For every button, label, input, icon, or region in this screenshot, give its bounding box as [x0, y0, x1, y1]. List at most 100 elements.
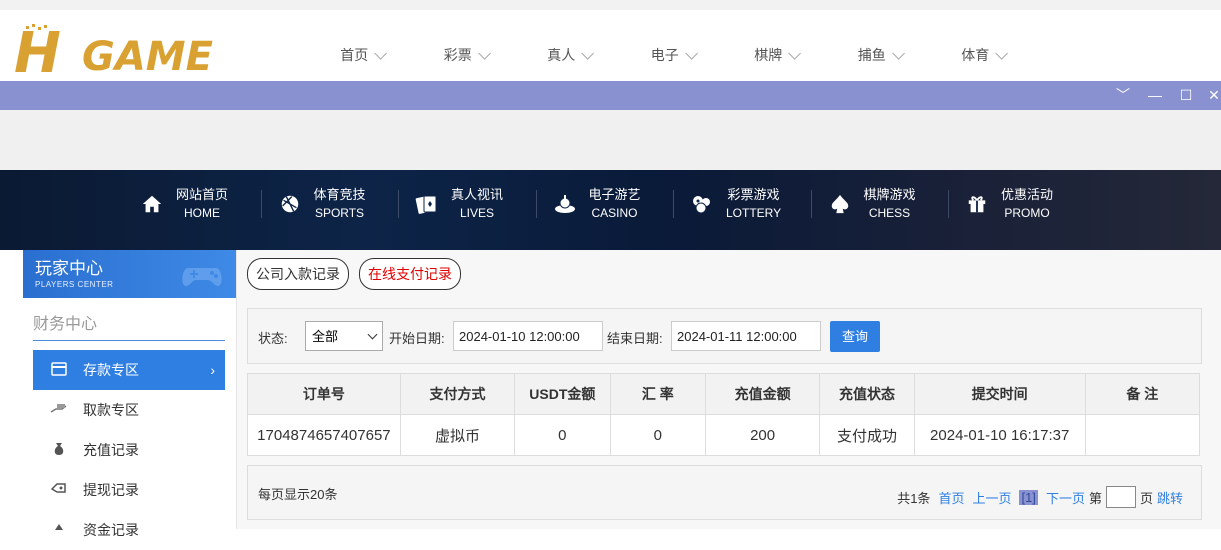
- chevron-down-icon: [367, 329, 378, 340]
- nav-item-live[interactable]: 真人: [517, 20, 621, 90]
- tab-company-deposit-records[interactable]: 公司入款记录: [247, 258, 349, 290]
- top-strip: [0, 0, 1221, 10]
- close-button[interactable]: ✕: [1204, 85, 1221, 105]
- first-page-link[interactable]: 首页: [938, 488, 964, 507]
- nav-item-chess[interactable]: 棋牌: [724, 20, 828, 90]
- records-table: 订单号 支付方式 USDT金额 汇 率 充值金额 充值状态 提交时间 备 注 1…: [247, 373, 1201, 456]
- total-count: 共1条: [897, 490, 931, 506]
- nav-item-home[interactable]: 首页: [310, 20, 414, 90]
- nav-label: 捕鱼: [857, 47, 886, 63]
- sidebar-item-label: 存款专区: [83, 362, 139, 378]
- category-cn: 电子游艺: [588, 187, 641, 202]
- chevron-down-icon: [995, 46, 1009, 60]
- page-suffix: 页: [1139, 490, 1153, 506]
- end-date-label: 结束日期:: [607, 331, 663, 346]
- usdt-amount-cell: 0: [514, 414, 611, 456]
- category-nav: 网站首页 HOME 体育竞技 SPORTS 真人视讯 LIVES 电子游艺 CASINO…: [0, 170, 1221, 250]
- page-prefix: 第: [1088, 490, 1102, 506]
- top-nav: 首页 彩票 真人 电子 棋牌 捕鱼 体育: [310, 20, 1035, 90]
- category-en: HOME: [184, 206, 220, 220]
- page-number-input[interactable]: [1105, 486, 1136, 508]
- pagination-bar: 每页显示20条 共1条 首页 上一页 [1] 下一页 第 页 跳转: [247, 465, 1202, 520]
- sidebar-item-recharge-records[interactable]: 充值记录: [33, 430, 225, 470]
- nav-label: 首页: [340, 47, 369, 63]
- jump-button[interactable]: 跳转: [1157, 488, 1183, 507]
- recharge-amount-cell: 200: [704, 414, 821, 456]
- chevron-down-icon: [581, 46, 595, 60]
- category-cn: 体育竞技: [313, 187, 366, 202]
- table-header-row: 订单号 支付方式 USDT金额 汇 率 充值金额 充值状态 提交时间 备 注: [247, 373, 1201, 415]
- status-select-value: 全部: [312, 329, 339, 344]
- filter-bar: 状态: 全部 开始日期: 2024-01-10 12:00:00 结束日期: 2…: [247, 308, 1202, 364]
- sidebar-item-fund-records[interactable]: 资金记录: [33, 510, 225, 550]
- tab-online-payment-records[interactable]: 在线支付记录: [359, 258, 461, 290]
- minimize-button[interactable]: —: [1145, 85, 1165, 105]
- start-date-label: 开始日期:: [389, 331, 445, 346]
- sidebar-item-deposit[interactable]: 存款专区 ›: [33, 350, 225, 390]
- remark-cell: [1084, 414, 1201, 456]
- sidebar-item-label: 资金记录: [83, 522, 139, 538]
- payment-method-cell: 虚拟币: [399, 414, 516, 456]
- sidebar-item-withdraw-records[interactable]: 提现记录: [33, 470, 225, 510]
- sidebar-item-label: 提现记录: [83, 482, 139, 498]
- nav-item-sports[interactable]: 体育: [931, 20, 1035, 90]
- sidebar-item-withdraw[interactable]: 取款专区: [33, 390, 225, 430]
- gamepad-icon: [182, 268, 222, 286]
- collapse-button[interactable]: ﹀: [1113, 85, 1133, 105]
- query-button[interactable]: 查询: [830, 321, 880, 352]
- pagination-controls: 共1条 首页 上一页 [1] 下一页 第 页 跳转: [897, 486, 1183, 508]
- category-chess[interactable]: 棋牌游戏 CHESS: [810, 184, 964, 224]
- category-promo[interactable]: 优惠活动 PROMO: [948, 184, 1101, 224]
- nav-item-lottery[interactable]: 彩票: [414, 20, 518, 90]
- maximize-button[interactable]: ☐: [1176, 85, 1196, 105]
- prev-page-link[interactable]: 上一页: [972, 488, 1011, 507]
- site-header: H GAME 首页 彩票 真人 电子 棋牌 捕鱼 体育: [0, 10, 1221, 84]
- category-live[interactable]: 真人视讯 LIVES: [398, 184, 551, 224]
- finance-divider: [33, 340, 225, 341]
- nav-label: 体育: [961, 47, 990, 63]
- current-page[interactable]: [1]: [1019, 489, 1038, 505]
- column-header: 汇 率: [609, 373, 706, 415]
- status-select[interactable]: 全部: [305, 321, 383, 351]
- category-en: CASINO: [591, 206, 638, 220]
- site-logo[interactable]: H GAME: [14, 24, 276, 88]
- chevron-down-icon: [892, 46, 905, 60]
- submit-time-cell: 2024-01-10 16:17:37: [913, 414, 1086, 456]
- nav-label: 彩票: [443, 47, 472, 63]
- sidebar-item-label: 取款专区: [83, 402, 139, 418]
- next-page-link[interactable]: 下一页: [1046, 488, 1085, 507]
- order-number-cell: 1704874657407657: [247, 414, 401, 456]
- spade-icon: [826, 190, 854, 218]
- slot-icon: [551, 190, 579, 218]
- category-home[interactable]: 网站首页 HOME: [138, 184, 276, 224]
- column-header: 充值金额: [704, 373, 821, 415]
- category-sports[interactable]: 体育竞技 SPORTS: [260, 184, 414, 224]
- category-cn: 真人视讯: [451, 187, 504, 202]
- spacer-band: [0, 110, 1221, 170]
- chevron-down-icon: [374, 46, 388, 60]
- chevron-down-icon: [685, 46, 698, 60]
- column-header: 充值状态: [819, 373, 915, 415]
- home-icon: [138, 190, 166, 218]
- category-en: SPORTS: [314, 206, 365, 220]
- nav-item-fishing[interactable]: 捕鱼: [828, 20, 932, 90]
- column-header: USDT金额: [514, 373, 611, 415]
- category-en: LIVES: [459, 206, 495, 220]
- finance-center-title: 财务中心: [33, 316, 98, 333]
- category-lottery[interactable]: 彩票游戏 LOTTERY: [673, 184, 826, 224]
- window-bar: ﹀ — ☐ ✕: [0, 81, 1221, 110]
- start-date-input[interactable]: 2024-01-10 12:00:00: [453, 321, 603, 351]
- gift-icon: [963, 190, 991, 218]
- column-header: 支付方式: [399, 373, 516, 415]
- category-en: PROMO: [1004, 206, 1050, 220]
- column-header: 提交时间: [913, 373, 1086, 415]
- nav-item-electronic[interactable]: 电子: [621, 20, 725, 90]
- column-header: 备 注: [1084, 373, 1201, 415]
- table-row: 1704874657407657 虚拟币 0 0 200 支付成功 2024-0…: [247, 414, 1201, 456]
- per-page-text: 每页显示20条: [258, 487, 338, 502]
- moneybag-icon: [49, 442, 69, 459]
- logo-h-text: H: [14, 21, 61, 86]
- end-date-input[interactable]: 2024-01-11 12:00:00: [671, 321, 821, 351]
- withdraw-icon: [49, 403, 69, 418]
- category-casino[interactable]: 电子游艺 CASINO: [535, 184, 689, 224]
